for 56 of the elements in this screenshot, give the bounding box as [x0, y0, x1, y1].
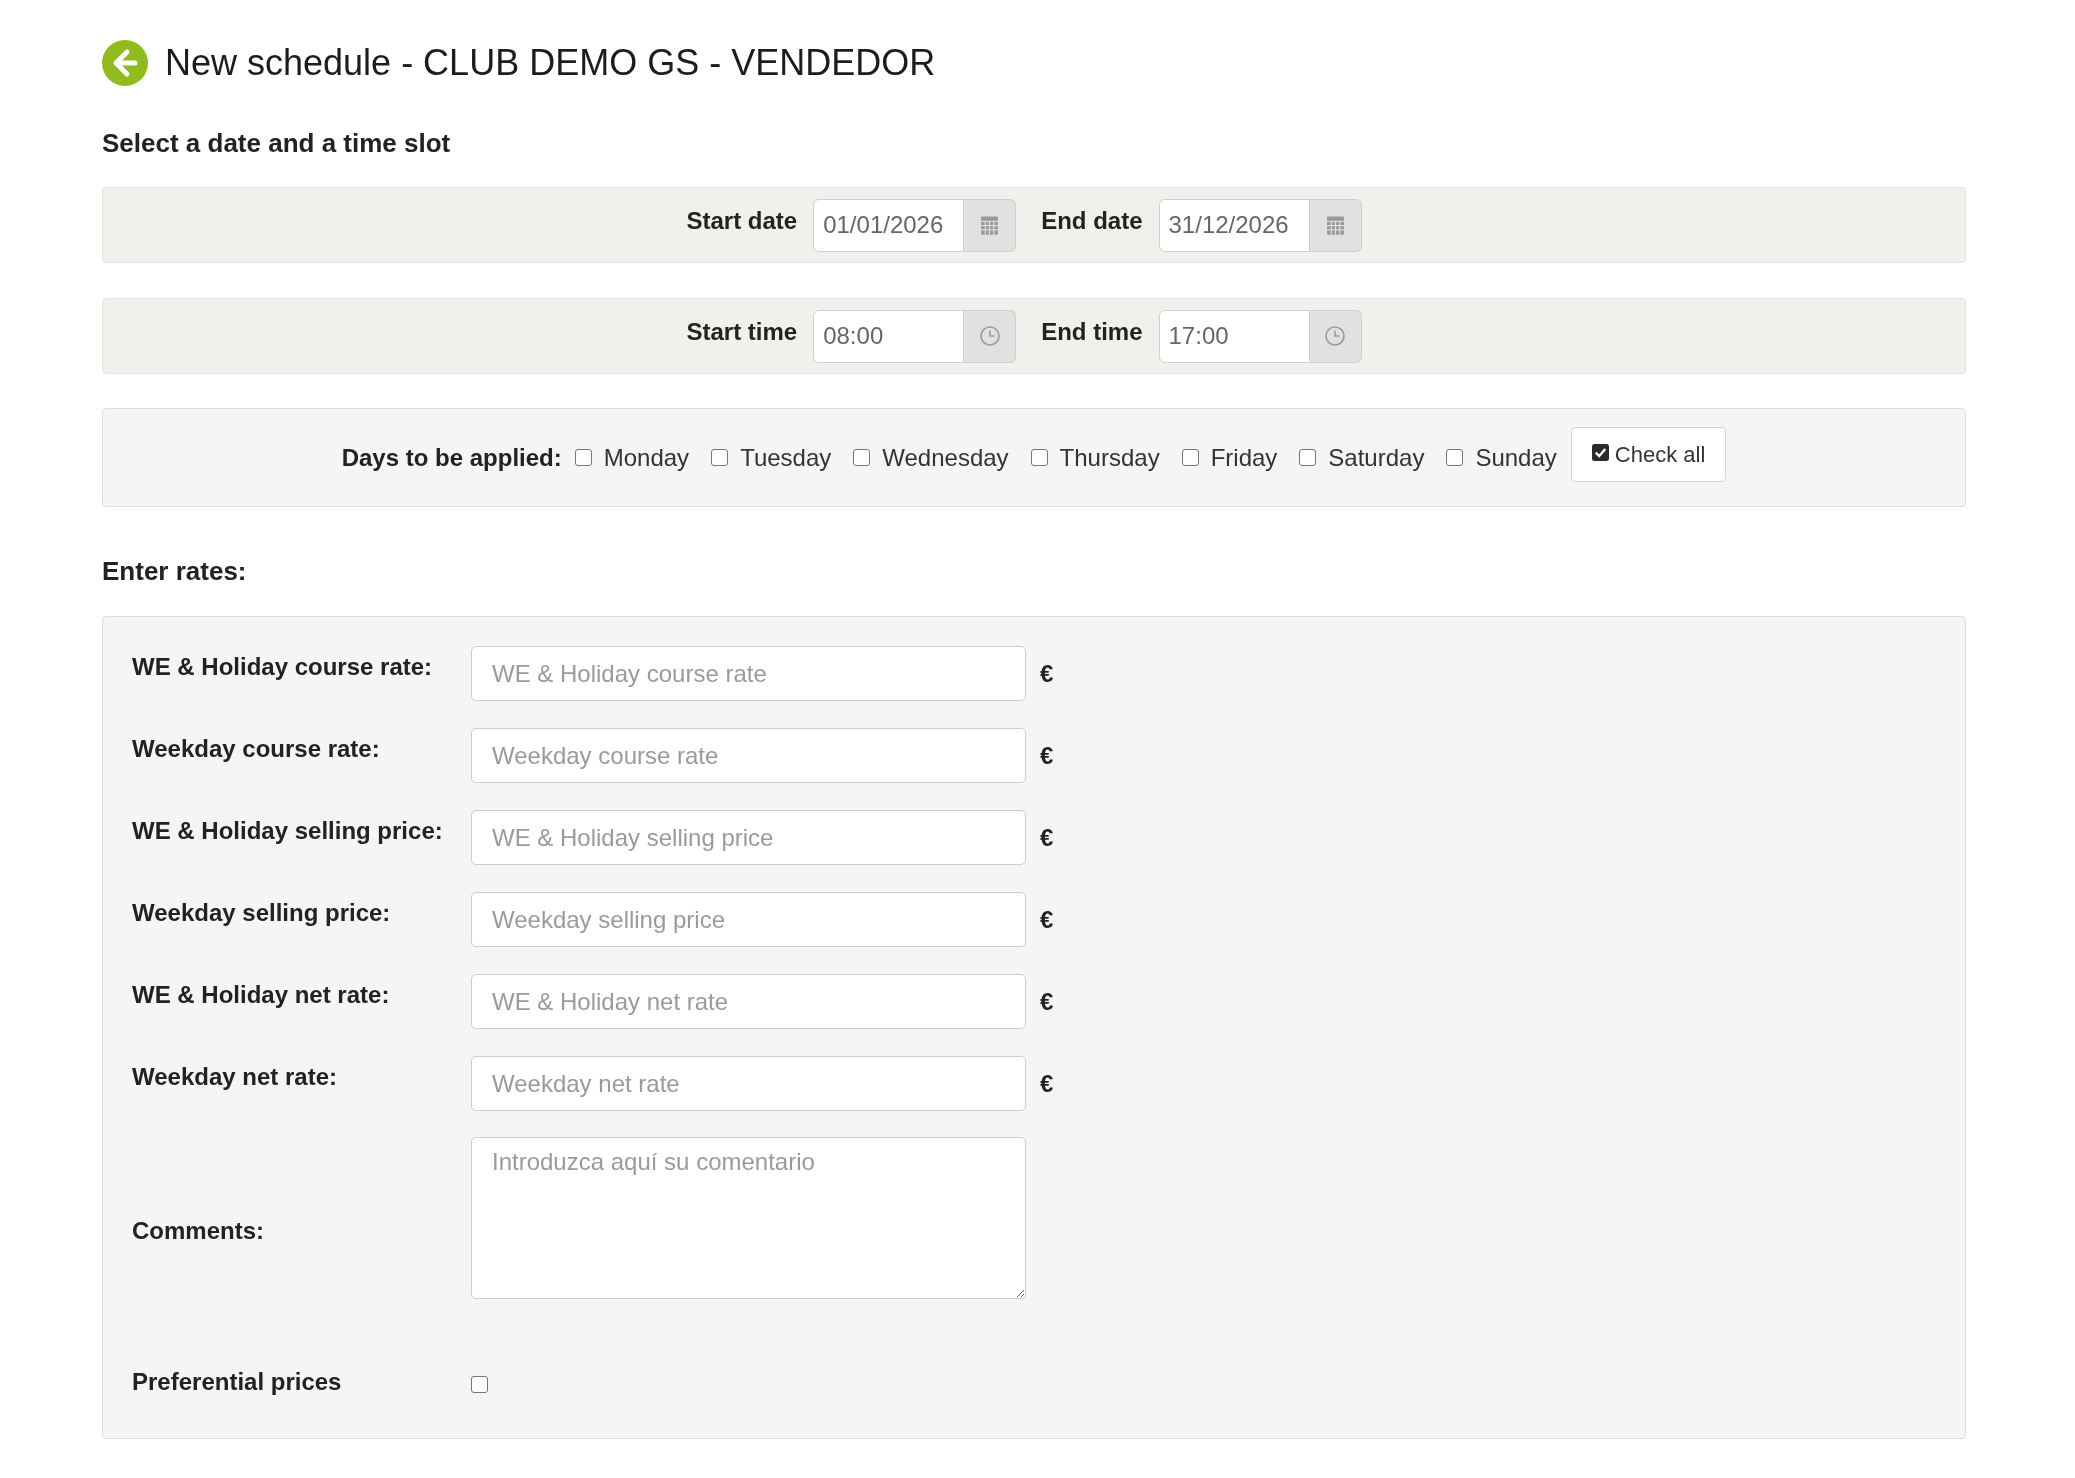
date-field[interactable]: 31/12/2026 [1158, 198, 1310, 252]
checkbox[interactable] [574, 449, 592, 466]
page-title: New schedule - CLUB DEMO GS - VENDEDOR [165, 41, 936, 85]
checked-box-icon [1591, 444, 1609, 461]
rate-field[interactable]: WE & Holiday net rate [471, 974, 1026, 1029]
rate-label: Weekday net rate: [132, 1062, 338, 1092]
day-label: Wednesday [882, 442, 1009, 473]
calendar-button[interactable] [964, 198, 1017, 252]
rate-label: Weekday selling price: [132, 898, 392, 928]
section-heading: Enter rates: [102, 556, 248, 586]
calendar-icon [1326, 215, 1344, 235]
day-label: Tuesday [740, 442, 832, 473]
comments-label: Comments: [132, 1216, 265, 1246]
checkbox[interactable] [853, 449, 871, 466]
day-label: Friday [1210, 442, 1278, 473]
rate-field[interactable]: Weekday selling price [471, 892, 1026, 947]
day-label: Saturday [1328, 442, 1425, 473]
clock-icon [1325, 326, 1345, 346]
rate-field[interactable]: WE & Holiday selling price [471, 810, 1026, 865]
comment-field[interactable]: Introduzca aquí su comentario [471, 1137, 1026, 1299]
section-heading: Select a date and a time slot [102, 128, 452, 158]
day-label: Sunday [1475, 442, 1557, 473]
currency-symbol: € [1040, 1068, 1054, 1099]
calendar-icon [981, 215, 999, 235]
checkbox[interactable] [1030, 449, 1048, 466]
checkbox[interactable] [1446, 449, 1464, 466]
date-field[interactable]: 01/01/2026 [813, 198, 965, 252]
calendar-button[interactable] [1309, 198, 1362, 252]
field-label: Start date [686, 205, 798, 236]
days-label: Days to be applied: [341, 442, 562, 473]
check-all-button[interactable]: Check all [1570, 427, 1727, 482]
field-label: Start time [686, 316, 798, 347]
currency-symbol: € [1040, 740, 1054, 771]
field-label: End date [1041, 205, 1143, 236]
day-label: Monday [603, 442, 690, 473]
currency-symbol: € [1040, 658, 1054, 689]
rate-label: Weekday course rate: [132, 734, 381, 764]
time-field[interactable]: 08:00 [813, 309, 965, 363]
checkbox[interactable] [471, 1375, 488, 1393]
checkbox[interactable] [1299, 449, 1317, 466]
currency-symbol: € [1040, 986, 1054, 1017]
rate-field[interactable]: Weekday net rate [471, 1056, 1026, 1111]
currency-symbol: € [1040, 904, 1054, 935]
rate-label: WE & Holiday selling price: [132, 816, 444, 846]
rate-label: WE & Holiday course rate: [132, 652, 434, 682]
clock-icon [979, 326, 1000, 346]
time-field[interactable]: 17:00 [1158, 309, 1310, 363]
checkbox[interactable] [1181, 449, 1199, 466]
rate-field[interactable]: WE & Holiday course rate [471, 646, 1026, 701]
preferential-label: Preferential prices [132, 1367, 343, 1397]
field-label: End time [1041, 316, 1143, 347]
rate-label: WE & Holiday net rate: [132, 980, 391, 1010]
day-label: Thursday [1059, 442, 1160, 473]
rate-field[interactable]: Weekday course rate [471, 728, 1026, 783]
checkbox[interactable] [711, 449, 729, 466]
currency-symbol: € [1040, 822, 1054, 853]
